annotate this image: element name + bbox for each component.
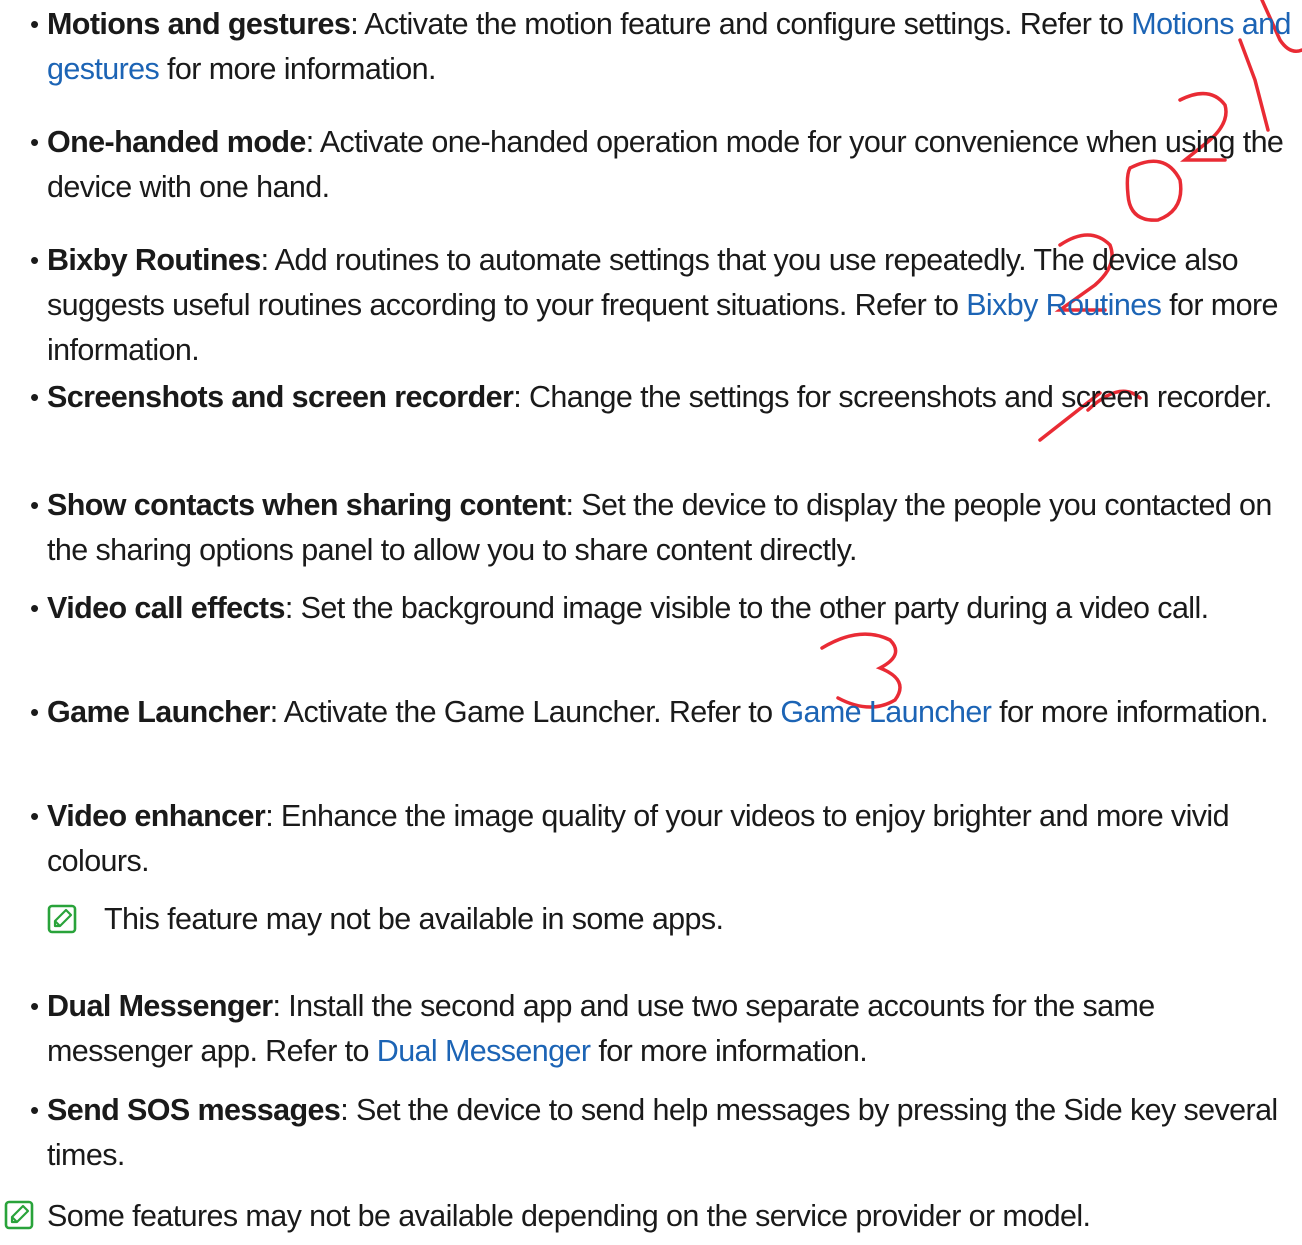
item-term: One-handed mode: [47, 125, 306, 159]
list-item: • Game Launcher: Activate the Game Launc…: [30, 690, 1292, 735]
note-icon: [47, 904, 77, 934]
item-term: Game Launcher: [47, 695, 270, 729]
list-item: • Video enhancer: Enhance the image qual…: [30, 794, 1292, 884]
list-item: • Bixby Routines: Add routines to automa…: [30, 238, 1292, 373]
bullet: •: [30, 245, 39, 275]
item-text: for more information.: [991, 695, 1268, 729]
list-item: • Show contacts when sharing content: Se…: [30, 483, 1292, 573]
list-item: • Video call effects: Set the background…: [30, 586, 1292, 631]
list-item: • One-handed mode: Activate one-handed o…: [30, 120, 1292, 210]
item-text: for more information.: [590, 1034, 868, 1068]
item-text: : Activate the Game Launcher. Refer to: [269, 695, 781, 729]
item-link[interactable]: Dual Messenger: [377, 1034, 591, 1068]
item-term: Video call effects: [47, 591, 285, 625]
item-text: : Change the settings for screenshots an…: [513, 380, 1272, 414]
note-text: This feature may not be available in som…: [104, 902, 724, 936]
item-term: Send SOS messages: [47, 1093, 341, 1127]
note-icon: [4, 1200, 34, 1230]
item-term: Bixby Routines: [47, 243, 261, 277]
item-text: : Set the background image visible to th…: [284, 591, 1209, 625]
bullet: •: [30, 991, 39, 1021]
list-item: • Screenshots and screen recorder: Chang…: [30, 375, 1292, 420]
item-term: Dual Messenger: [47, 989, 273, 1023]
bullet: •: [30, 490, 39, 520]
bullet: •: [30, 382, 39, 412]
item-term: Screenshots and screen recorder: [47, 380, 514, 414]
bullet: •: [30, 593, 39, 623]
bullet: •: [30, 697, 39, 727]
bullet: •: [30, 1095, 39, 1125]
list-item: • Send SOS messages: Set the device to s…: [30, 1088, 1292, 1178]
bullet: •: [30, 801, 39, 831]
item-term: Video enhancer: [47, 799, 266, 833]
item-text: for more information.: [159, 52, 436, 86]
footer-note-text: Some features may not be available depen…: [47, 1199, 1091, 1233]
list-item: • Dual Messenger: Install the second app…: [30, 984, 1292, 1074]
item-text: : Activate the motion feature and config…: [350, 7, 1132, 41]
bullet: •: [30, 127, 39, 157]
item-term: Motions and gestures: [47, 7, 351, 41]
item-link[interactable]: Game Launcher: [780, 695, 992, 729]
item-link[interactable]: Bixby Routines: [966, 288, 1162, 322]
item-term: Show contacts when sharing content: [47, 488, 566, 522]
bullet: •: [30, 9, 39, 39]
list-item: • Motions and gestures: Activate the mot…: [30, 2, 1292, 92]
